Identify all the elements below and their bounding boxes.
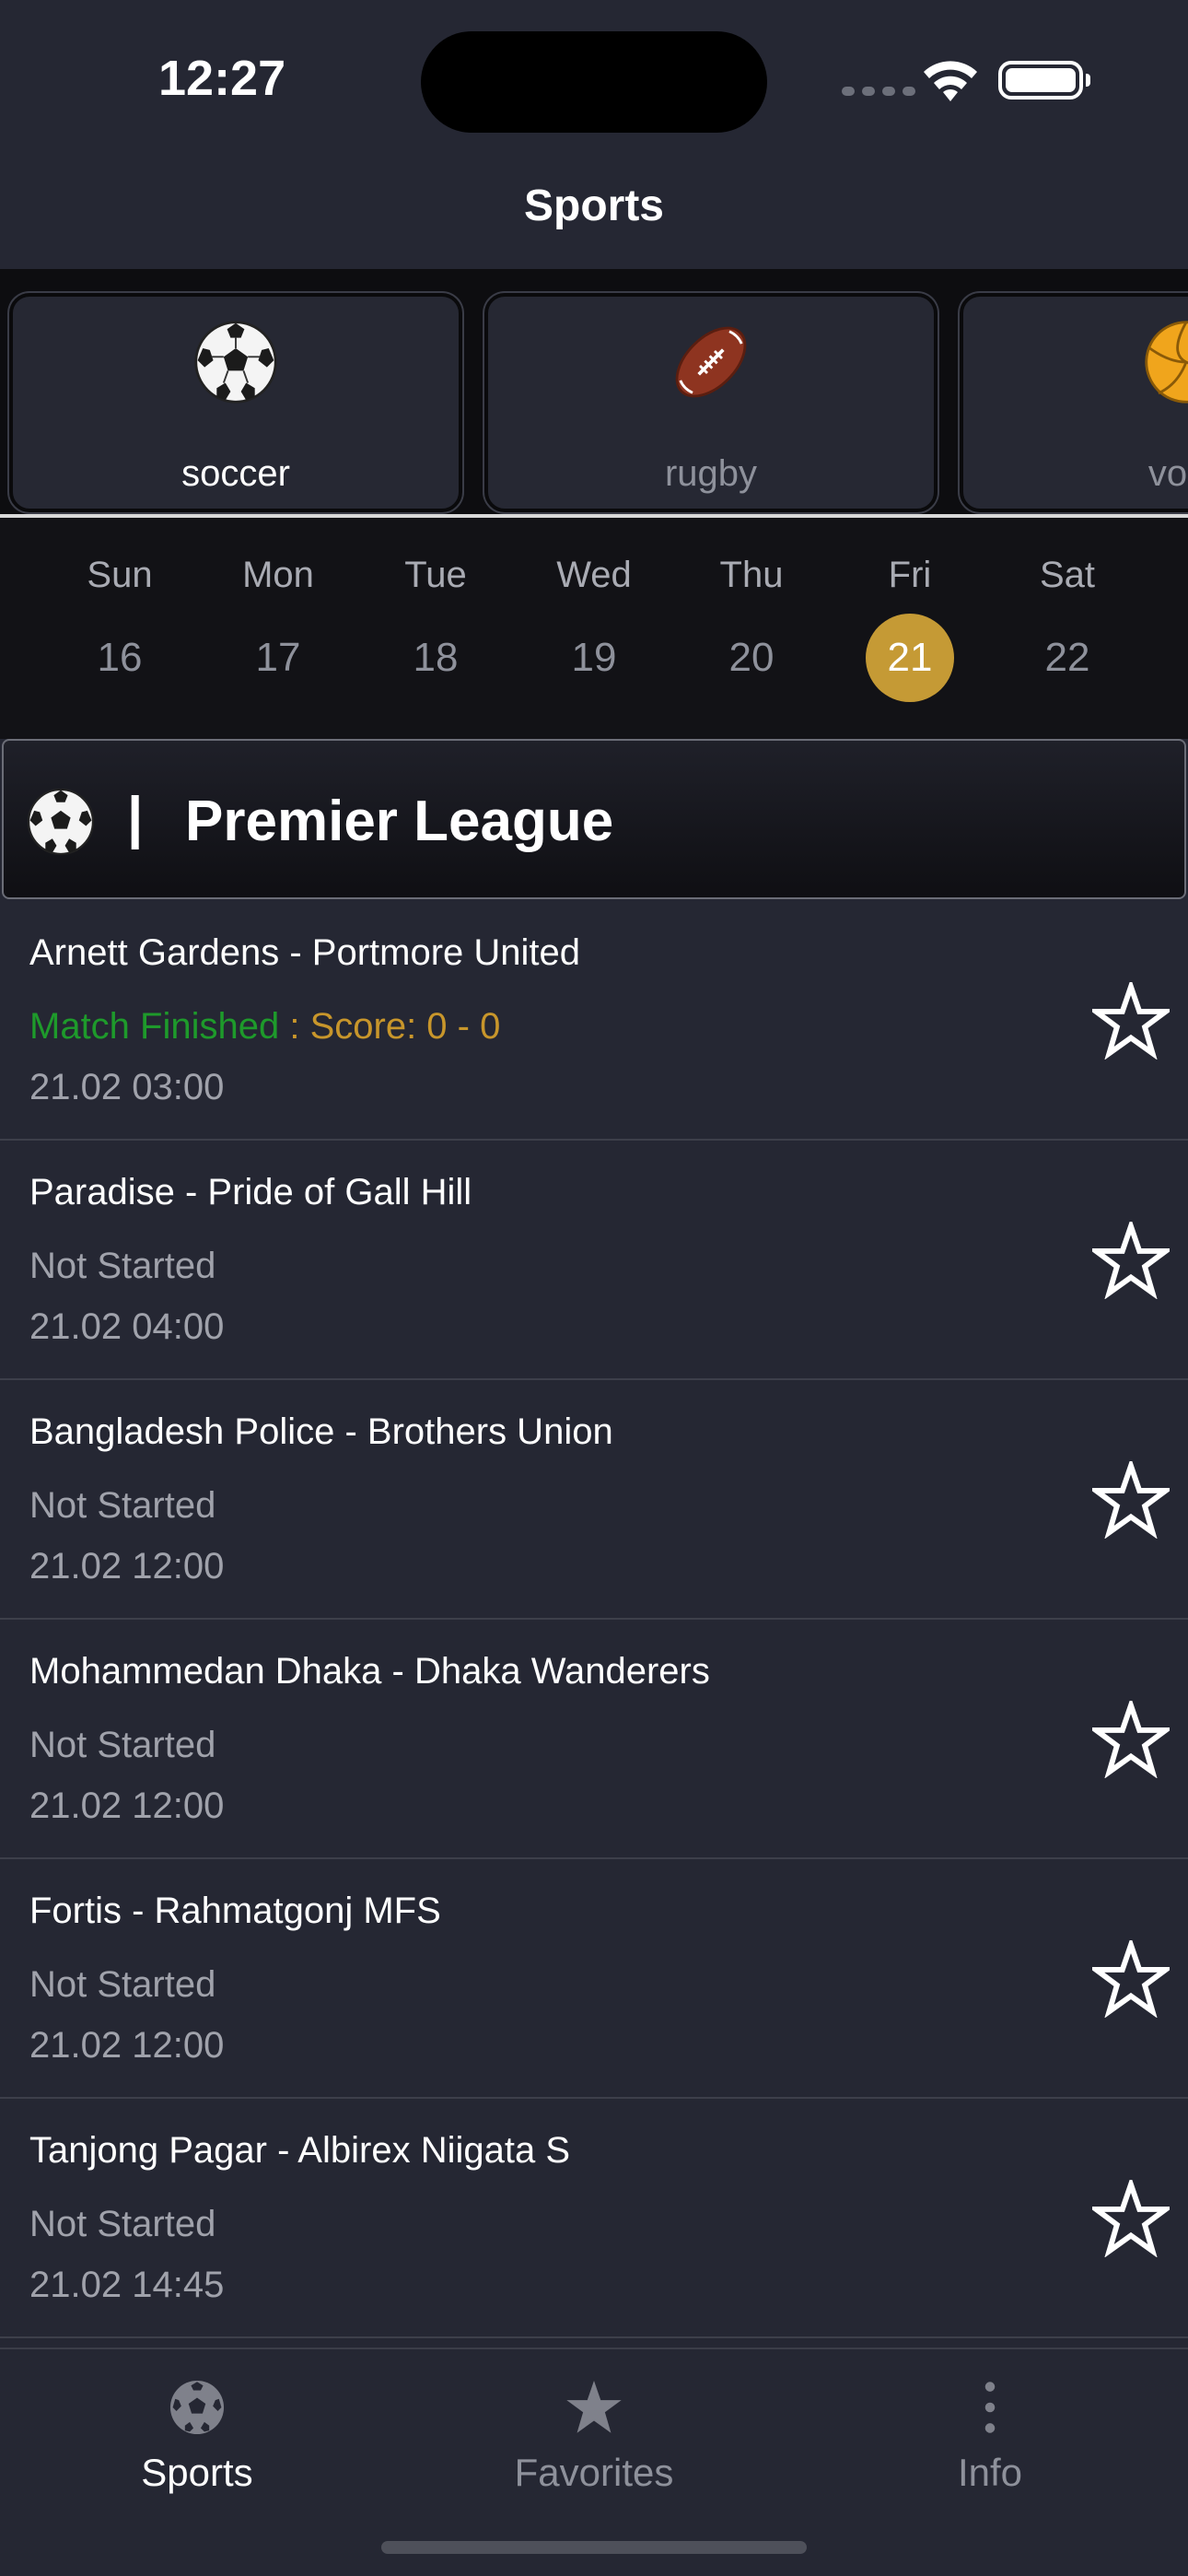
- match-row[interactable]: Mohammedan Dhaka - Dhaka Wanderers Not S…: [0, 1620, 1188, 1859]
- match-status: Not Started: [29, 1964, 216, 2005]
- status-bar: 12:27: [0, 0, 1188, 157]
- star-icon: [566, 2380, 622, 2433]
- league-name: Premier League: [185, 790, 614, 853]
- tab-label: Favorites: [514, 2451, 674, 2494]
- sport-card-volleyball[interactable]: volle: [960, 293, 1188, 512]
- day-name: Mon: [242, 555, 314, 595]
- day-number: 18: [413, 635, 459, 680]
- match-status: Not Started: [29, 1725, 216, 1765]
- day-number: 16: [97, 635, 143, 680]
- match-row[interactable]: Bangladesh Police - Brothers Union Not S…: [0, 1380, 1188, 1620]
- volleyball-icon: [1145, 321, 1188, 404]
- match-time: 21.02 12:00: [29, 1786, 225, 1826]
- cellular-signal-icon: [842, 87, 915, 96]
- tab-label: Sports: [141, 2451, 253, 2494]
- status-time: 12:27: [158, 51, 286, 106]
- day-name: Tue: [404, 555, 467, 595]
- battery-icon: [998, 61, 1090, 100]
- league-header: | Premier League: [2, 739, 1186, 899]
- favorite-star-icon[interactable]: [1092, 2180, 1170, 2257]
- league-separator: |: [127, 786, 144, 849]
- sport-card-soccer[interactable]: soccer: [9, 293, 462, 512]
- match-status: Not Started: [29, 2204, 216, 2244]
- tab-info[interactable]: Info: [852, 2349, 1128, 2506]
- match-status: Not Started: [29, 1246, 216, 1286]
- tab-sports[interactable]: Sports: [59, 2349, 335, 2506]
- match-teams: Tanjong Pagar - Albirex Niigata S: [29, 2130, 570, 2171]
- match-teams: Arnett Gardens - Portmore United: [29, 932, 581, 973]
- favorite-star-icon[interactable]: [1092, 1222, 1170, 1299]
- rugby-ball-icon: [675, 326, 747, 398]
- day-name: Wed: [556, 555, 632, 595]
- calendar-day[interactable]: Sun 16: [64, 549, 175, 702]
- soccer-ball-icon: [169, 2380, 225, 2435]
- calendar-day[interactable]: Mon 17: [223, 549, 333, 702]
- tab-label: Info: [957, 2451, 1023, 2494]
- match-row[interactable]: Tanjong Pagar - Albirex Niigata S Not St…: [0, 2099, 1188, 2338]
- match-status: Match Finished : Score: 0 - 0: [29, 1006, 500, 1048]
- day-name: Sat: [1039, 555, 1096, 595]
- day-number: 17: [255, 635, 301, 680]
- day-name: Fri: [888, 555, 932, 595]
- sport-card-rugby[interactable]: rugby: [484, 293, 938, 512]
- sport-label: soccer: [181, 453, 290, 494]
- sport-label: rugby: [664, 453, 758, 494]
- match-time: 21.02 03:00: [29, 1067, 225, 1107]
- match-time: 21.02 14:45: [29, 2265, 225, 2305]
- calendar-day[interactable]: Tue 18: [380, 549, 491, 702]
- calendar-day[interactable]: Wed 19: [539, 549, 649, 702]
- match-row[interactable]: Paradise - Pride of Gall Hill Not Starte…: [0, 1141, 1188, 1380]
- match-row[interactable]: Arnett Gardens - Portmore United Match F…: [0, 901, 1188, 1141]
- match-list[interactable]: Arnett Gardens - Portmore United Match F…: [0, 901, 1188, 2348]
- favorite-star-icon[interactable]: [1092, 982, 1170, 1060]
- day-number: 20: [728, 635, 775, 680]
- dynamic-island: [421, 31, 767, 133]
- match-teams: Paradise - Pride of Gall Hill: [29, 1172, 472, 1212]
- favorite-star-icon[interactable]: [1092, 1701, 1170, 1778]
- soccer-ball-icon: [194, 321, 277, 404]
- match-time: 21.02 12:00: [29, 1546, 225, 1587]
- sports-carousel[interactable]: soccer rugby volle: [0, 269, 1188, 516]
- date-picker: Sun 16 Mon 17 Tue 18 Wed 19 Thu 20 Fri 2…: [0, 518, 1188, 739]
- day-name: Sun: [87, 555, 153, 595]
- match-time: 21.02 12:00: [29, 2025, 225, 2066]
- favorite-star-icon[interactable]: [1092, 1940, 1170, 2018]
- wifi-icon: [924, 61, 977, 101]
- match-time: 21.02 04:00: [29, 1306, 225, 1347]
- favorite-star-icon[interactable]: [1092, 1461, 1170, 1539]
- soccer-ball-icon: [27, 788, 95, 856]
- page-title: Sports: [523, 181, 664, 230]
- match-row[interactable]: Fortis - Rahmatgonj MFS Not Started 21.0…: [0, 1859, 1188, 2099]
- match-teams: Bangladesh Police - Brothers Union: [29, 1411, 613, 1452]
- match-finished-status: Match Finished: [29, 1006, 280, 1047]
- day-number: 22: [1044, 635, 1090, 680]
- calendar-day[interactable]: Thu 20: [696, 549, 807, 702]
- home-indicator: [381, 2541, 807, 2554]
- more-vertical-icon: [984, 2382, 996, 2433]
- match-teams: Fortis - Rahmatgonj MFS: [29, 1891, 441, 1931]
- day-number: 21: [866, 614, 954, 702]
- day-name: Thu: [719, 555, 784, 595]
- day-number: 19: [571, 635, 617, 680]
- match-teams: Mohammedan Dhaka - Dhaka Wanderers: [29, 1651, 710, 1692]
- calendar-day[interactable]: Sat 22: [1012, 549, 1123, 702]
- match-score: : Score: 0 - 0: [279, 1006, 501, 1047]
- sport-label: volle: [1147, 453, 1188, 494]
- tab-favorites[interactable]: Favorites: [456, 2349, 732, 2506]
- calendar-day-selected[interactable]: Fri 21: [855, 549, 965, 702]
- match-status: Not Started: [29, 1485, 216, 1526]
